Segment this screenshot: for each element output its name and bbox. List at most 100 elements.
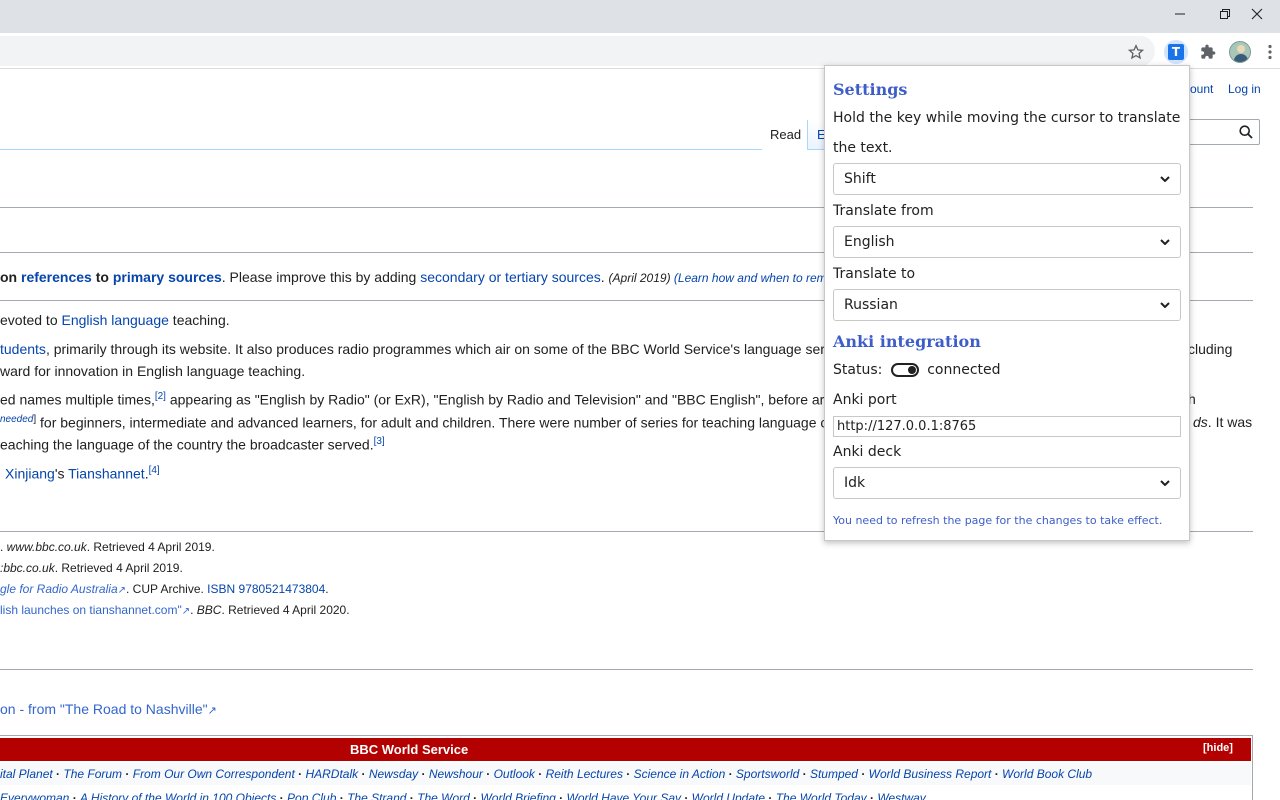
navbox-link[interactable]: Sportsworld (736, 767, 799, 781)
body-line: ds. It was (1193, 414, 1252, 430)
reference-text: . Retrieved 4 April 2019. (54, 561, 183, 575)
students-link[interactable]: tudents (0, 341, 46, 357)
body-text: cluding (1188, 341, 1233, 357)
isbn-number-link[interactable]: 9780521473804 (239, 582, 326, 596)
anki-port-input[interactable]: http://127.0.0.1:8765 (833, 416, 1181, 437)
body-line: evoted to English language teaching. (0, 312, 230, 328)
navbox-link[interactable]: Newshour (429, 767, 483, 781)
primary-sources-link[interactable]: primary sources (113, 269, 222, 285)
tab-read[interactable]: Read (762, 120, 808, 150)
citation-needed-link[interactable]: needed (0, 414, 33, 425)
reference-item: lish launches on tianshannet.com"↗. BBC.… (0, 603, 350, 617)
browser-toolbar: T (0, 33, 1280, 69)
body-text: , primarily through its website. It also… (45, 341, 825, 357)
bookmark-star-button[interactable] (1124, 40, 1148, 64)
navbox-separator: · (122, 767, 133, 781)
hotkey-select[interactable]: Shift (833, 163, 1181, 195)
isbn-link[interactable]: ISBN (207, 582, 235, 596)
navbox-link[interactable]: A History of the World in 100 Objects (80, 791, 276, 800)
navbox-link[interactable]: Science in Action (634, 767, 726, 781)
body-line: Xinjiang's Tianshannet.[4] (5, 465, 160, 482)
navbox-link[interactable]: Pop Club (287, 791, 336, 800)
notice-text: on (0, 269, 21, 285)
navbox-link[interactable]: World Business Report (869, 767, 992, 781)
translator-settings-popup: Settings Hold the key while moving the c… (824, 65, 1190, 541)
navbox-separator: · (725, 767, 736, 781)
anki-deck-select[interactable]: Idk (833, 467, 1181, 499)
navbox-hide-link[interactable]: [hide] (1203, 742, 1233, 754)
body-text: ward for innovation in English language … (0, 363, 306, 379)
navbox-separator: · (866, 791, 878, 800)
reference-item: . www.bbc.co.uk. Retrieved 4 April 2019. (0, 540, 215, 554)
anki-status-toggle[interactable] (890, 363, 919, 377)
minimize-button[interactable] (1157, 0, 1203, 28)
tab-edit[interactable]: E (808, 120, 826, 150)
status-value: connected (927, 362, 1001, 378)
body-line: ward for innovation in English language … (0, 363, 305, 379)
navbox-separator: · (991, 767, 1003, 781)
navbox-link[interactable]: The World Today (776, 791, 867, 800)
radio-australia-link[interactable]: gle for Radio Australia (0, 582, 118, 596)
navbox-link[interactable]: Westway (877, 791, 925, 800)
learn-more-link[interactable]: (Learn how and when to rem (671, 271, 827, 285)
english-language-link[interactable]: English language (62, 312, 169, 328)
translate-to-select[interactable]: Russian (833, 289, 1181, 321)
navbox-link[interactable]: Everywoman (0, 791, 69, 800)
navbox-link[interactable]: Newsday (369, 767, 418, 781)
navbox-link[interactable]: Reith Lectures (546, 767, 623, 781)
body-text: ds (1193, 414, 1208, 430)
avatar (1229, 41, 1251, 63)
body-line: needed] for beginners, intermediate and … (0, 414, 827, 431)
navbox-link[interactable]: World Have Your Say (567, 791, 682, 800)
navbox-separator: · (294, 767, 306, 781)
navbox-link[interactable]: World Update (692, 791, 765, 800)
navbox-link[interactable]: Outlook (494, 767, 535, 781)
external-link-icon: ↗ (117, 585, 127, 596)
settings-heading: Settings (833, 80, 908, 99)
search-box[interactable] (1188, 119, 1260, 145)
tianshannet-link[interactable]: Tianshannet (68, 466, 145, 482)
navbox-separator: · (799, 767, 810, 781)
navbox-link[interactable]: HARDtalk (305, 767, 358, 781)
translate-from-select[interactable]: English (833, 226, 1181, 258)
navbox-link[interactable]: The Word (417, 791, 470, 800)
xinjiang-link[interactable]: Xinjiang (5, 466, 55, 482)
body-line: ed names multiple times,[2] appearing as… (0, 391, 824, 408)
navbox-link[interactable]: From Our Own Correspondent (133, 767, 295, 781)
body-text: 's (54, 465, 69, 482)
chrome-menu-button[interactable] (1260, 40, 1280, 64)
close-window-button[interactable] (1234, 0, 1280, 28)
navbox-separator: · (276, 791, 288, 800)
content-tabs-bar (0, 149, 762, 150)
reference-text: :bbc.co.uk (0, 561, 55, 575)
tianshannet-news-link[interactable]: lish launches on tianshannet.com" (0, 603, 182, 617)
navbox-link[interactable]: The Strand (347, 791, 406, 800)
body-line: eaching the language of the country the … (0, 436, 385, 453)
log-in-link[interactable]: Log in (1228, 82, 1261, 96)
navbox-separator: · (358, 767, 369, 781)
body-text: eaching the language of the country the … (0, 436, 374, 453)
citation-2[interactable]: [2] (155, 391, 166, 402)
external-links-item: on - from "The Road to Nashville"↗ (0, 701, 217, 717)
extensions-button[interactable] (1196, 40, 1220, 64)
navbox-link[interactable]: Stumped (810, 767, 858, 781)
address-bar[interactable] (0, 36, 1155, 66)
navbox-separator: · (406, 791, 418, 800)
anki-deck-value: Idk (844, 475, 866, 491)
search-icon[interactable] (1239, 125, 1253, 139)
navbox-link[interactable]: ital Planet (0, 767, 53, 781)
chevron-down-icon (1160, 176, 1170, 182)
secondary-sources-link[interactable]: secondary or tertiary sources (420, 269, 601, 285)
navbox-separator: · (555, 791, 567, 800)
citation-3[interactable]: [3] (374, 436, 385, 447)
navbox-separator: · (622, 767, 634, 781)
reference-text: . (190, 603, 197, 617)
profile-button[interactable] (1228, 40, 1252, 64)
road-to-nashville-link[interactable]: on - from "The Road to Nashville" (0, 701, 208, 717)
navbox-link[interactable]: The Forum (63, 767, 122, 781)
citation-4[interactable]: [4] (149, 465, 160, 476)
translate-extension-button[interactable]: T (1164, 40, 1188, 64)
navbox-link[interactable]: World Briefing (480, 791, 555, 800)
navbox-link[interactable]: World Book Club (1002, 767, 1092, 781)
references-link[interactable]: references (21, 269, 92, 285)
